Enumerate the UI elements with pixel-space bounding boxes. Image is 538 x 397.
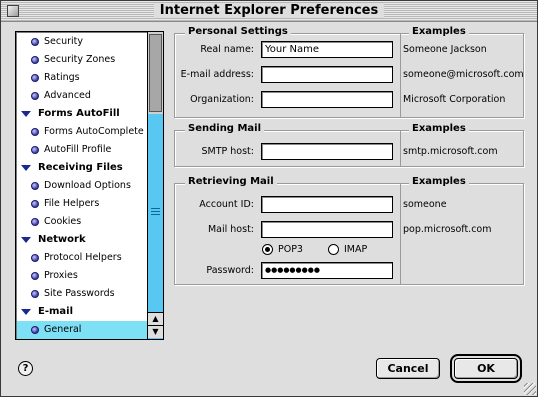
sending-mail-title: Sending Mail <box>185 123 265 134</box>
sidebar-group-e-mail[interactable]: E-mail <box>17 303 147 321</box>
sidebar-item-general[interactable]: General <box>17 321 147 339</box>
imap-radio[interactable] <box>328 244 339 255</box>
sidebar-item-proxies[interactable]: Proxies <box>17 267 147 285</box>
real-name-field[interactable]: Your Name <box>261 41 393 58</box>
sidebar-item-site-passwords[interactable]: Site Passwords <box>17 285 147 303</box>
sidebar-list: Security Security Zones Ratings Advanced For… <box>17 33 147 339</box>
retrieving-mail-title: Retrieving Mail <box>185 176 277 187</box>
account-id-field[interactable] <box>261 196 393 213</box>
sidebar-item-label: Proxies <box>44 270 78 281</box>
sidebar-group-receiving-files[interactable]: Receiving Files <box>17 159 147 177</box>
mail-host-label: Mail host: <box>207 224 254 235</box>
disclosure-triangle-icon[interactable] <box>21 111 31 117</box>
password-field[interactable]: ●●●●●●●●● <box>261 262 393 279</box>
sidebar-item-label: Cookies <box>44 216 82 227</box>
sidebar-item-label: Protocol Helpers <box>44 252 122 263</box>
bullet-icon <box>31 254 39 262</box>
ok-button[interactable]: OK <box>450 354 522 383</box>
bullet-icon <box>31 92 39 100</box>
smtp-host-label: SMTP host: <box>201 146 255 157</box>
smtp-host-field[interactable] <box>261 143 393 160</box>
sidebar-item-label: E-mail <box>38 306 74 317</box>
bullet-icon <box>31 128 39 136</box>
email-label: E-mail address: <box>180 69 254 80</box>
cancel-button[interactable]: Cancel <box>376 358 440 379</box>
sidebar-item-cookies[interactable]: Cookies <box>17 213 147 231</box>
bullet-icon <box>31 146 39 154</box>
sidebar-item-autofill-profile[interactable]: AutoFill Profile <box>17 141 147 159</box>
real-name-label: Real name: <box>200 44 254 55</box>
bullet-icon <box>31 200 39 208</box>
disclosure-triangle-icon[interactable] <box>21 237 31 243</box>
sidebar-item-label: Security Zones <box>44 54 116 65</box>
bullet-icon <box>31 74 39 82</box>
sidebar-item-label: Security <box>44 36 84 47</box>
preferences-window: Internet Explorer Preferences Security Se… <box>0 0 538 397</box>
organization-field[interactable] <box>261 91 393 108</box>
sidebar-item-label: Forms AutoComplete <box>44 126 144 137</box>
sidebar-item-label: Forms AutoFill <box>38 108 120 119</box>
bullet-icon <box>31 182 39 190</box>
pop3-label: POP3 <box>278 244 303 255</box>
scroll-down-button[interactable]: ▼ <box>148 325 163 338</box>
sidebar-item-security-zones[interactable]: Security Zones <box>17 51 147 69</box>
bullet-icon <box>31 56 39 64</box>
real-name-example: Someone Jackson <box>403 44 487 55</box>
account-id-label: Account ID: <box>199 199 254 210</box>
sidebar-group-forms-autofill[interactable]: Forms AutoFill <box>17 105 147 123</box>
sidebar-item-advanced[interactable]: Advanced <box>17 87 147 105</box>
disclosure-triangle-icon[interactable] <box>21 165 31 171</box>
sidebar-item-label: Download Options <box>44 180 131 191</box>
sidebar-item-label: Advanced <box>44 90 91 101</box>
mail-host-field[interactable] <box>261 221 393 238</box>
sidebar-item-label: AutoFill Profile <box>44 144 112 155</box>
email-field[interactable] <box>261 66 393 83</box>
sidebar-item-label: Ratings <box>44 72 80 83</box>
bullet-icon <box>31 38 39 46</box>
retrieving-examples-title: Examples <box>409 176 469 187</box>
window-title: Internet Explorer Preferences <box>153 3 385 18</box>
scroll-up-button[interactable]: ▲ <box>148 312 163 325</box>
mail-host-example: pop.microsoft.com <box>403 224 492 235</box>
sidebar-item-protocol-helpers[interactable]: Protocol Helpers <box>17 249 147 267</box>
password-label: Password: <box>206 265 254 276</box>
sidebar-item-ratings[interactable]: Ratings <box>17 69 147 87</box>
preferences-sidebar: Security Security Zones Ratings Advanced For… <box>15 31 164 340</box>
sidebar-item-download-options[interactable]: Download Options <box>17 177 147 195</box>
organization-label: Organization: <box>190 94 254 105</box>
disclosure-triangle-icon[interactable] <box>21 309 31 315</box>
email-example: someone@microsoft.com <box>403 69 524 80</box>
sidebar-item-label: Network <box>38 234 86 245</box>
help-button[interactable]: ? <box>18 361 33 376</box>
sidebar-group-network[interactable]: Network <box>17 231 147 249</box>
sending-examples-title: Examples <box>409 123 469 134</box>
imap-label: IMAP <box>344 244 368 255</box>
personal-examples-title: Examples <box>409 26 469 37</box>
sidebar-item-forms-autocomplete[interactable]: Forms AutoComplete <box>17 123 147 141</box>
sidebar-item-file-helpers[interactable]: File Helpers <box>17 195 147 213</box>
bullet-icon <box>31 218 39 226</box>
smtp-host-example: smtp.microsoft.com <box>403 146 498 157</box>
bullet-icon <box>31 272 39 280</box>
pop3-radio[interactable] <box>262 244 273 255</box>
title-bar[interactable]: Internet Explorer Preferences <box>1 1 537 22</box>
bullet-icon <box>31 326 39 334</box>
sidebar-item-security[interactable]: Security <box>17 33 147 51</box>
sidebar-item-label: File Helpers <box>44 198 100 209</box>
organization-example: Microsoft Corporation <box>403 94 506 105</box>
sidebar-item-label: General <box>44 324 82 335</box>
sidebar-item-label: Receiving Files <box>38 162 123 173</box>
sidebar-item-label: Site Passwords <box>44 288 115 299</box>
account-id-example: someone <box>403 199 447 210</box>
bullet-icon <box>31 290 39 298</box>
personal-settings-title: Personal Settings <box>185 26 291 37</box>
resize-grip[interactable] <box>524 383 536 395</box>
